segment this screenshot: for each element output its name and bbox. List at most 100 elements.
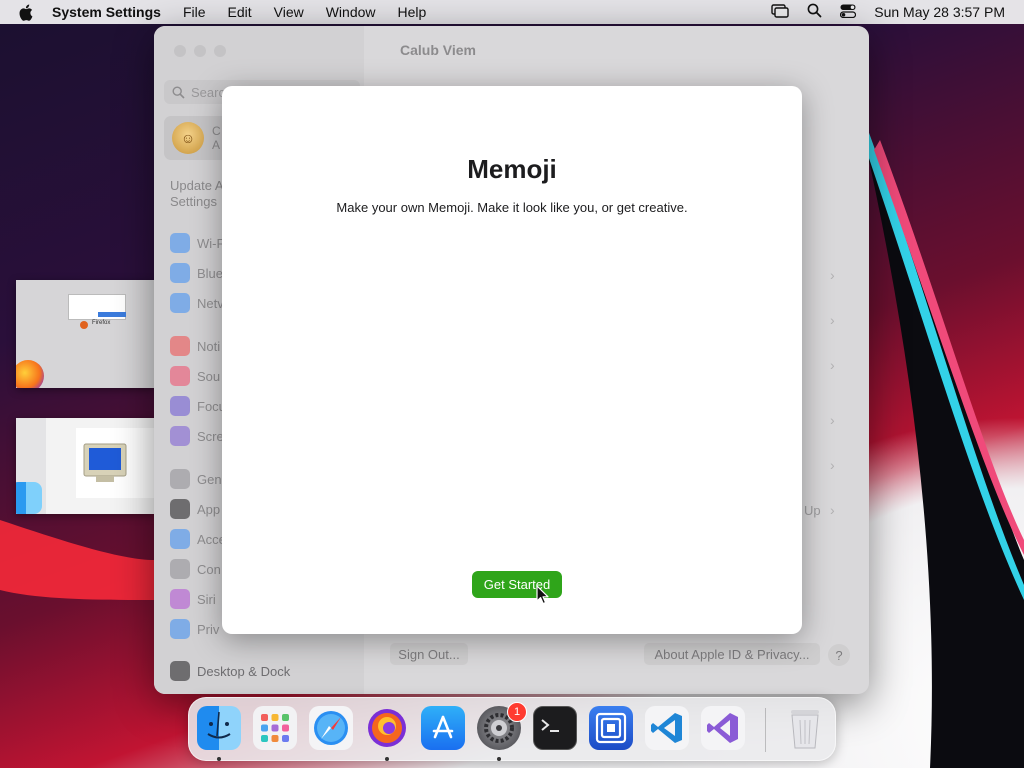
finder-icon[interactable] [197,706,241,750]
screen-sharing-icon[interactable] [589,706,633,750]
running-indicator [497,757,501,761]
sidebar-item-label: Wi-F [197,235,225,251]
finder-window-thumbnail[interactable] [16,418,154,514]
account-name: C [212,124,221,138]
bluetooth-icon [170,263,190,283]
minimize-window-button[interactable] [194,45,206,57]
update-line-1: Update A [170,178,224,193]
sidebar-item-label: Netv [197,295,224,311]
menu-clock[interactable]: Sun May 28 3:57 PM [874,4,1005,20]
menu-edit[interactable]: Edit [217,4,263,20]
chevron-right-icon: › [830,457,835,473]
sidebar-item-appearance[interactable]: App [170,498,220,520]
help-button[interactable]: ? [828,644,850,666]
sidebar-item-notifications[interactable]: Noti [170,335,220,357]
sidebar-item-wifi[interactable]: Wi-F [170,232,224,254]
chevron-right-icon: › [830,312,835,328]
chevron-right-icon: › [830,412,835,428]
menu-app-name[interactable]: System Settings [52,4,172,20]
sidebar-item-label: Priv [197,621,220,637]
launchpad-icon[interactable] [253,706,297,750]
sidebar-item-desktop-dock[interactable]: Desktop & Dock [170,660,290,682]
zoom-window-button[interactable] [214,45,226,57]
spotlight-search-icon[interactable] [807,3,822,21]
control-center-icon[interactable] [840,4,857,21]
sidebar-item-screen-time[interactable]: Scre [170,425,224,447]
menu-help[interactable]: Help [387,4,438,20]
app-store-icon[interactable] [421,706,465,750]
sound-icon [170,366,190,386]
dock-separator [765,708,766,752]
avatar: ☺ [172,122,204,154]
sidebar-item-bluetooth[interactable]: Blue [170,262,223,284]
update-settings-notice[interactable]: Update A Settings [170,178,224,210]
sidebar-item-control-center[interactable]: Con [170,558,221,580]
notification-badge: 1 [507,702,527,722]
sidebar-item-label: Gen [197,471,222,487]
firefox-mini-icon [80,321,88,329]
menu-window[interactable]: Window [315,4,387,20]
general-icon [170,469,190,489]
sidebar-item-label: Noti [197,338,221,354]
running-indicator [217,757,221,761]
visual-studio-icon[interactable] [701,706,745,750]
update-line-2: Settings [170,194,217,209]
menu-view[interactable]: View [263,4,315,20]
wifi-icon [170,233,190,253]
terminal-icon[interactable] [533,706,577,750]
sidebar-item-label: Scre [197,428,224,444]
close-window-button[interactable] [174,45,186,57]
sidebar-item-accessibility[interactable]: Acce [170,528,226,550]
sheet-title: Memoji [467,154,557,184]
firefox-thumbnail-caption: Firefox [92,320,111,326]
appearance-icon [170,499,190,519]
running-indicator [385,757,389,761]
firefox-window-thumbnail[interactable]: Firefox [16,280,154,388]
chevron-right-icon: › [830,502,835,518]
firefox-icon [16,360,44,388]
screen-time-icon [170,426,190,446]
thumbnail-button [98,312,126,317]
sidebar-item-label: Siri [197,591,216,607]
account-subtitle: A [212,138,221,152]
sheet-subtitle: Make your own Memoji. Make it look like … [336,200,688,215]
control-center-icon [170,559,190,579]
window-title: Calub Viem [400,42,476,58]
menu-file[interactable]: File [172,4,217,20]
dock: 1 [188,697,836,761]
menu-bar: System Settings File Edit View Window He… [0,0,1024,24]
sidebar-item-label: Sou [197,368,221,384]
siri-icon [170,589,190,609]
sidebar-item-general[interactable]: Gen [170,468,222,490]
finder-icon [16,482,42,514]
focus-icon [170,396,190,416]
sidebar-item-label: Con [197,561,221,577]
privacy-icon [170,619,190,639]
sign-out-button[interactable]: Sign Out... [390,643,468,665]
sidebar-item-network[interactable]: Netv [170,292,224,314]
apple-menu-icon[interactable] [0,4,52,21]
sidebar-item-focus[interactable]: Focu [170,395,226,417]
sidebar-item-sound[interactable]: Sou [170,365,220,387]
chevron-right-icon: › [830,267,835,283]
sidebar-item-label: Blue [197,265,224,281]
mouse-cursor-icon [536,585,549,605]
monitor-icon [83,443,127,482]
search-icon [172,85,185,99]
firefox-icon[interactable] [365,706,409,750]
network-icon [170,293,190,313]
desktop-dock-icon [170,661,190,681]
trash-icon[interactable] [783,706,827,750]
sidebar-item-privacy[interactable]: Priv [170,618,219,640]
sidebar-item-label: Desktop & Dock [197,663,291,679]
background-row-label: Up [804,503,821,518]
sidebar-item-label: App [197,501,221,517]
about-apple-id-button[interactable]: About Apple ID & Privacy... [644,643,820,665]
screen-mirroring-icon[interactable] [771,3,789,21]
safari-icon[interactable] [309,706,353,750]
sidebar-item-siri[interactable]: Siri [170,588,216,610]
vscode-icon[interactable] [645,706,689,750]
notifications-icon [170,336,190,356]
chevron-right-icon: › [830,357,835,373]
memoji-sheet: Memoji Make your own Memoji. Make it loo… [222,86,802,634]
